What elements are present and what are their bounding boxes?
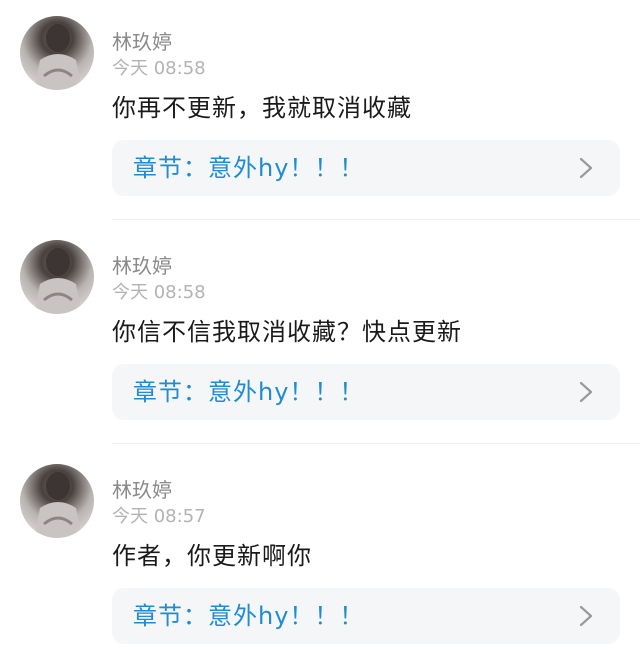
chevron-right-icon: [576, 157, 596, 179]
chapter-link-label: 章节：意外hy！！！: [133, 378, 365, 406]
divider: [112, 219, 640, 220]
timestamp: 今天 08:58: [112, 282, 206, 303]
timestamp: 今天 08:58: [112, 58, 206, 79]
username[interactable]: 林玖婷: [112, 478, 172, 502]
avatar[interactable]: [20, 16, 94, 90]
chevron-right-icon: [576, 605, 596, 627]
comment-text: 你再不更新，我就取消收藏: [112, 94, 412, 122]
chapter-link-label: 章节：意外hy！！！: [133, 154, 365, 182]
timestamp: 今天 08:57: [112, 506, 206, 527]
comment-list: 林玖婷 今天 08:58 你再不更新，我就取消收藏 章节：意外hy！！！ 林玖婷…: [0, 0, 640, 672]
avatar[interactable]: [20, 464, 94, 538]
username[interactable]: 林玖婷: [112, 254, 172, 278]
chapter-link-card[interactable]: 章节：意外hy！！！: [112, 588, 620, 644]
comment-item: 林玖婷 今天 08:58 你再不更新，我就取消收藏 章节：意外hy！！！: [0, 0, 640, 224]
chapter-link-card[interactable]: 章节：意外hy！！！: [112, 364, 620, 420]
avatar[interactable]: [20, 240, 94, 314]
comment-item: 林玖婷 今天 08:58 你信不信我取消收藏？快点更新 章节：意外hy！！！: [0, 224, 640, 448]
username[interactable]: 林玖婷: [112, 30, 172, 54]
comment-text: 你信不信我取消收藏？快点更新: [112, 318, 462, 346]
divider: [112, 443, 640, 444]
chapter-link-card[interactable]: 章节：意外hy！！！: [112, 140, 620, 196]
chapter-link-label: 章节：意外hy！！！: [133, 602, 365, 630]
comment-item: 林玖婷 今天 08:57 作者，你更新啊你 章节：意外hy！！！: [0, 448, 640, 672]
comment-text: 作者，你更新啊你: [112, 542, 312, 570]
chevron-right-icon: [576, 381, 596, 403]
